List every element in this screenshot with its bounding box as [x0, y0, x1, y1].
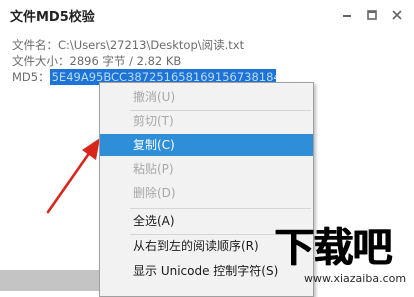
watermark-logo: 下载吧	[274, 225, 392, 271]
menu-separator	[130, 208, 311, 209]
md5-check-window: 文件MD5校验 文件名：C:\Users\27213\Desktop\阅读.tx…	[0, 0, 414, 297]
filesize-text: 文件大小：2896 字节 / 2.82 KB	[12, 54, 182, 68]
watermark: 下载吧 www.xiazaiba.com	[268, 226, 414, 291]
menu-item-cut[interactable]: 剪切(T)	[100, 110, 313, 132]
minimize-icon[interactable]	[340, 8, 354, 22]
menu-item-copy[interactable]: 复制(C)	[100, 134, 313, 156]
filename-text: 文件名：C:\Users\27213\Desktop\阅读.txt	[12, 38, 245, 52]
menu-item-undo[interactable]: 撤消(U)	[100, 86, 313, 108]
window-title: 文件MD5校验	[10, 10, 95, 25]
annotation-arrow-icon	[46, 138, 100, 214]
md5-label: MD5：	[12, 70, 50, 84]
scrollbar[interactable]	[0, 270, 100, 291]
menu-item-paste[interactable]: 粘贴(P)	[100, 158, 313, 180]
watermark-url: www.xiazaiba.com	[304, 272, 407, 285]
filesize-row: 文件大小：2896 字节 / 2.82 KB	[12, 53, 181, 69]
close-icon[interactable]	[390, 8, 404, 22]
filename-row: 文件名：C:\Users\27213\Desktop\阅读.txt	[12, 37, 244, 53]
menu-item-delete[interactable]: 删除(D)	[100, 182, 313, 204]
maximize-icon[interactable]	[365, 8, 379, 22]
